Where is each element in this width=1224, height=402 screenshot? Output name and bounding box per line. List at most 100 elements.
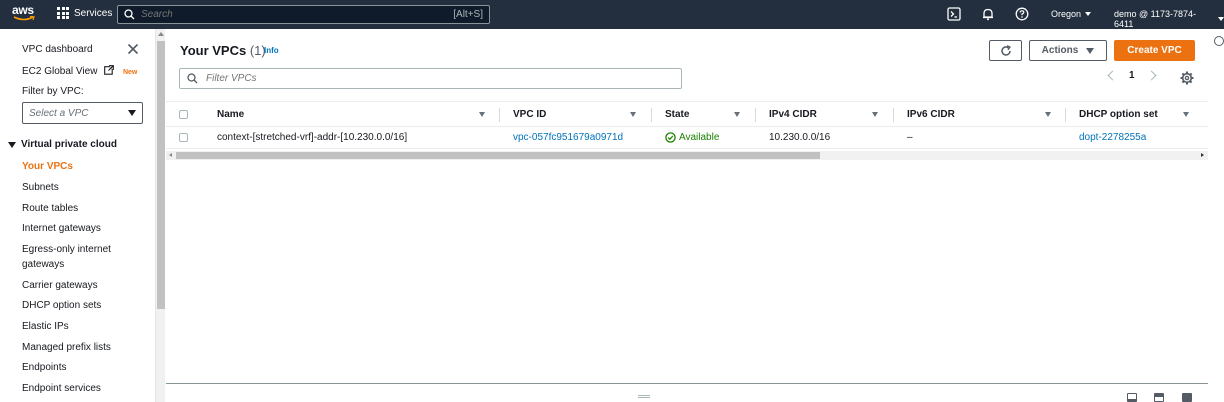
sort-icon[interactable] xyxy=(630,112,636,117)
grid-icon xyxy=(57,7,69,19)
sidebar-item-route-tables[interactable]: Route tables xyxy=(22,203,78,214)
sidebar: VPC dashboard EC2 Global View New Filter… xyxy=(0,29,155,402)
account-menu[interactable]: demo @ 1173-7874-6411 xyxy=(1114,9,1224,29)
column-header-state[interactable]: State xyxy=(665,102,689,126)
panel-side-icon[interactable] xyxy=(1154,393,1164,402)
check-circle-icon xyxy=(665,132,676,143)
region-selector[interactable]: Oregon xyxy=(1051,9,1092,19)
refresh-icon xyxy=(1000,44,1011,56)
info-panel-icon[interactable] xyxy=(1214,36,1224,46)
column-divider[interactable] xyxy=(651,108,652,122)
cell-vpc-id-link[interactable]: vpc-057fc951679a0971d xyxy=(513,127,623,148)
filter-vpcs[interactable] xyxy=(179,68,682,89)
chevron-left-icon[interactable] xyxy=(1107,70,1118,81)
scroll-left-arrow-icon[interactable] xyxy=(169,153,172,157)
column-divider[interactable] xyxy=(893,108,894,122)
column-header-dhcp-option-set[interactable]: DHCP option set xyxy=(1079,102,1158,126)
column-divider[interactable] xyxy=(755,108,756,122)
row-checkbox[interactable] xyxy=(179,133,188,142)
row-checkbox-cell xyxy=(179,127,188,148)
column-header-vpc-id[interactable]: VPC ID xyxy=(513,102,546,126)
sidebar-scrollbar-thumb[interactable] xyxy=(157,41,165,309)
select-all-checkbox[interactable] xyxy=(179,109,188,119)
panel-bottom-icon[interactable] xyxy=(1127,393,1137,402)
sort-icon[interactable] xyxy=(479,112,485,117)
search-input[interactable] xyxy=(141,9,454,20)
sidebar-item-subnets[interactable]: Subnets xyxy=(22,182,59,193)
scroll-up-arrow-icon[interactable] xyxy=(158,32,164,36)
sidebar-item-your-vpcs[interactable]: Your VPCs xyxy=(22,161,73,172)
column-divider[interactable] xyxy=(1065,108,1066,122)
cell-ipv4-cidr: 10.230.0.0/16 xyxy=(769,132,831,143)
search-bar[interactable]: [Alt+S] xyxy=(117,5,490,24)
close-icon[interactable] xyxy=(127,43,139,55)
scroll-right-arrow-icon[interactable] xyxy=(1201,153,1204,157)
section-title: Virtual private cloud xyxy=(21,139,117,150)
drag-handle-icon[interactable] xyxy=(638,395,650,398)
ec2-global-view-label: EC2 Global View xyxy=(22,66,98,77)
state-label: Available xyxy=(679,132,720,143)
column-header-ipv4-cidr[interactable]: IPv4 CIDR xyxy=(769,102,817,126)
actions-label: Actions xyxy=(1041,45,1079,56)
vpcs-table: Name VPC ID State IPv4 CIDR IPv6 CIDR DH… xyxy=(166,101,1208,149)
bell-icon[interactable] xyxy=(981,7,995,21)
region-label: Oregon xyxy=(1051,9,1082,19)
sidebar-item-managed-prefix-lists[interactable]: Managed prefix lists xyxy=(22,342,111,353)
page-title: Your VPCs (1) xyxy=(180,43,266,58)
panel-full-icon[interactable] xyxy=(1182,393,1192,402)
external-link-icon xyxy=(104,65,115,75)
chevron-down-icon xyxy=(128,110,136,116)
column-header-name[interactable]: Name xyxy=(217,102,244,126)
vpc-filter-select[interactable]: Select a VPC xyxy=(22,102,143,124)
sidebar-item-endpoints[interactable]: Endpoints xyxy=(22,362,66,373)
section-virtual-private-cloud[interactable]: Virtual private cloud xyxy=(8,139,117,150)
column-divider[interactable] xyxy=(499,108,500,122)
sidebar-item-ec2-global-view[interactable]: EC2 Global View New xyxy=(22,65,137,77)
gear-icon[interactable] xyxy=(1180,71,1194,85)
cloudshell-icon[interactable] xyxy=(947,7,961,21)
sort-icon[interactable] xyxy=(872,112,878,117)
sidebar-item-dhcp-option-sets[interactable]: DHCP option sets xyxy=(22,300,101,311)
page-title-text: Your VPCs xyxy=(180,43,247,58)
sidebar-item-egress-only-internet-gateways[interactable]: Egress-only internet xyxy=(22,244,111,255)
column-header-ipv6-cidr[interactable]: IPv6 CIDR xyxy=(907,102,955,126)
horizontal-scrollbar-thumb[interactable] xyxy=(176,152,820,159)
caret-down-icon xyxy=(1086,47,1095,54)
refresh-button[interactable] xyxy=(989,40,1022,61)
cell-dhcp-option-set-link[interactable]: dopt-2278255a xyxy=(1079,127,1146,148)
cell-name: context-[stretched-vrf]-addr-[10.230.0.0… xyxy=(217,132,408,143)
select-all-checkbox-cell xyxy=(179,102,188,126)
help-icon[interactable] xyxy=(1015,7,1029,21)
services-label: Services xyxy=(74,7,113,19)
aws-logo[interactable]: aws xyxy=(12,4,36,24)
pagination: 1 xyxy=(1107,70,1157,81)
sort-icon[interactable] xyxy=(1183,112,1189,117)
sidebar-item-elastic-ips[interactable]: Elastic IPs xyxy=(22,321,69,332)
table-row[interactable]: context-[stretched-vrf]-addr-[10.230.0.0… xyxy=(166,127,1208,149)
table-horizontal-scrollbar[interactable] xyxy=(166,151,1208,160)
sidebar-item-carrier-gateways[interactable]: Carrier gateways xyxy=(22,280,98,291)
chevron-right-icon[interactable] xyxy=(1146,70,1157,81)
vpc-filter-placeholder: Select a VPC xyxy=(29,107,89,119)
caret-down-icon xyxy=(8,141,16,148)
search-icon xyxy=(124,9,135,20)
sidebar-item-endpoint-services[interactable]: Endpoint services xyxy=(22,383,101,394)
sidebar-scrollbar[interactable] xyxy=(155,29,165,402)
table-header: Name VPC ID State IPv4 CIDR IPv6 CIDR DH… xyxy=(166,101,1208,127)
new-badge: New xyxy=(122,69,138,76)
sort-icon[interactable] xyxy=(734,112,740,117)
services-menu[interactable]: Services xyxy=(57,7,112,19)
account-label: demo @ 1173-7874-6411 xyxy=(1114,9,1197,29)
create-vpc-button[interactable]: Create VPC xyxy=(1114,40,1195,61)
sidebar-item-internet-gateways[interactable]: Internet gateways xyxy=(22,223,101,234)
filter-vpcs-input[interactable] xyxy=(206,73,674,84)
sidebar-item-egress-only-internet-gateways-line2[interactable]: gateways xyxy=(22,259,64,270)
search-icon xyxy=(187,73,198,84)
actions-button[interactable]: Actions xyxy=(1029,40,1107,61)
cell-ipv6-cidr: – xyxy=(907,132,913,143)
info-link[interactable]: Info xyxy=(264,46,279,55)
split-panel xyxy=(166,383,1208,402)
sort-icon[interactable] xyxy=(1045,112,1051,117)
page-number[interactable]: 1 xyxy=(1129,70,1135,81)
sidebar-item-vpc-dashboard[interactable]: VPC dashboard xyxy=(22,44,93,55)
